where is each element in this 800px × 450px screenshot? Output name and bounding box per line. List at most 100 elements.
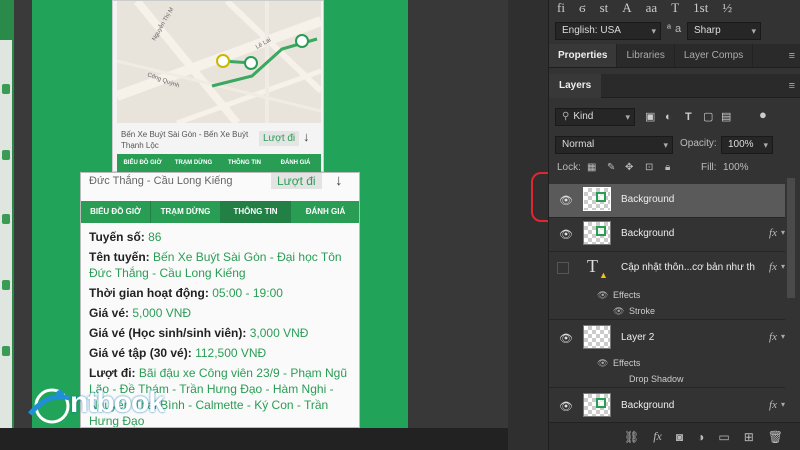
chevron-down-icon[interactable]: ▾ — [781, 228, 785, 237]
eye-icon[interactable]: 👁︎ — [597, 290, 608, 301]
filter-kind-select[interactable]: ⚲ Kind ▾ — [555, 108, 635, 126]
layer-row[interactable]: 👁︎ Background — [549, 184, 785, 218]
chevron-down-icon[interactable]: ▾ — [781, 262, 785, 271]
antialias-select[interactable]: Sharp ▾ — [687, 22, 761, 40]
info-label: Tên tuyến: — [89, 250, 150, 264]
stroke-effect-label: Stroke — [629, 306, 656, 316]
blend-mode-select[interactable]: Normal ▾ — [555, 136, 673, 154]
logo-text: ntbook — [70, 386, 165, 419]
direction-button[interactable]: Lượt đi — [271, 173, 322, 189]
shape-filter-icon[interactable]: ▢ — [703, 109, 713, 125]
canvas-bottom-bar — [0, 428, 510, 450]
layer-name[interactable]: Background — [621, 400, 674, 411]
tab-rating[interactable]: ĐÁNH GIÁ — [291, 201, 359, 223]
info-label: Lượt đi: — [89, 366, 136, 380]
glyph-button[interactable]: T — [671, 0, 679, 18]
language-select[interactable]: English: USA ▾ — [555, 22, 661, 40]
tab-rating[interactable]: ĐÁNH GIÁ — [270, 154, 321, 173]
glyph-button[interactable]: fi — [557, 0, 565, 18]
bus-icon — [2, 346, 10, 356]
chevron-down-icon[interactable]: ▾ — [781, 332, 785, 341]
tab-properties[interactable]: Properties — [549, 44, 618, 67]
add-style-icon[interactable]: fx — [653, 429, 662, 444]
visibility-toggle-off[interactable] — [557, 262, 569, 274]
tab-stops[interactable]: TRẠM DỪNG — [168, 154, 219, 173]
layer-name[interactable]: Background — [621, 194, 674, 205]
tab-layer-comps[interactable]: Layer Comps — [675, 44, 754, 67]
direction-button[interactable]: Lượt đi — [259, 131, 300, 146]
eye-icon[interactable]: 👁︎ — [559, 228, 573, 241]
adjustment-filter-icon[interactable]: ◐ — [665, 109, 672, 125]
left-phone-strip — [0, 0, 14, 430]
smart-object-filter-icon[interactable]: ▤ — [721, 109, 731, 125]
layer-thumbnail — [583, 187, 611, 211]
lock-transparent-icon[interactable]: ▦ — [587, 162, 596, 173]
opacity-input[interactable]: 100% ▾ — [721, 136, 773, 154]
lock-move-icon[interactable]: ✥ — [625, 162, 633, 173]
glyph-button[interactable]: 1st — [693, 0, 708, 18]
fx-icon[interactable]: fx — [769, 399, 777, 411]
new-layer-icon[interactable]: ⊞ — [744, 430, 754, 444]
eye-icon[interactable]: 👁︎ — [559, 194, 573, 207]
eye-icon[interactable]: 👁︎ — [597, 358, 608, 369]
image-filter-icon[interactable]: ▣ — [645, 109, 655, 125]
glyph-button[interactable]: A — [622, 0, 631, 18]
fill-value[interactable]: 100% — [723, 162, 749, 173]
lock-label: Lock: — [557, 162, 581, 173]
new-group-icon[interactable]: ▭ — [718, 430, 729, 444]
link-layers-icon[interactable]: ⛓︎ — [624, 430, 639, 444]
filter-toggle-icon[interactable]: ● — [759, 107, 767, 123]
glyph-button[interactable]: ½ — [722, 0, 732, 18]
canvas-pasteboard — [408, 0, 508, 450]
glyph-button[interactable]: aa — [646, 0, 658, 18]
tab-info[interactable]: THÔNG TIN — [219, 154, 270, 173]
swap-arrow-icon[interactable]: ↓ — [303, 129, 310, 144]
fx-icon[interactable]: fx — [769, 261, 777, 273]
tab-info[interactable]: THÔNG TIN — [221, 201, 291, 223]
trash-icon[interactable]: 🗑︎ — [768, 430, 783, 444]
layer-row[interactable]: 👁︎ Background fx ▾ — [549, 218, 785, 252]
type-filter-icon[interactable]: T — [685, 109, 692, 125]
swap-arrow-icon[interactable]: ↓ — [335, 173, 343, 189]
layer-row[interactable]: 👁︎ Background fx ▾ — [549, 390, 785, 424]
info-row-student-fare: Giá vé (Học sinh/sinh viên): 3,000 VNĐ — [89, 325, 355, 341]
fx-icon[interactable]: fx — [769, 227, 777, 239]
tab-stops[interactable]: TRẠM DỪNG — [151, 201, 221, 223]
document-canvas[interactable]: Nguyễn Thị M Lê Lai Công Quỳnh Bến Xe Bu… — [0, 0, 548, 450]
layer-name[interactable]: Cập nhật thôn...cơ bản như th — [621, 262, 755, 273]
tab-libraries[interactable]: Libraries — [617, 44, 675, 67]
eye-icon[interactable]: 👁︎ — [559, 400, 573, 413]
tab-schedule[interactable]: BIỂU ĐỒ GIỜ — [81, 201, 151, 223]
fx-icon[interactable]: fx — [769, 331, 777, 343]
warning-icon: ▲ — [599, 270, 608, 280]
filter-kind-value: Kind — [573, 111, 594, 122]
layer-name[interactable]: Layer 2 — [621, 332, 654, 343]
eye-icon[interactable]: 👁︎ — [559, 332, 573, 345]
layer-row[interactable]: 👁︎ Layer 2 fx ▾ 👁︎ Effects Drop Shadow — [549, 322, 785, 388]
eye-icon[interactable]: 👁︎ — [613, 306, 624, 317]
info-label: Thời gian hoạt động: — [89, 286, 209, 300]
lock-all-icon[interactable]: 🔒︎ — [665, 162, 670, 173]
blend-mode-value: Normal — [562, 139, 595, 150]
layer-name[interactable]: Background — [621, 228, 674, 239]
panel-menu-icon[interactable]: ≡ — [789, 44, 795, 68]
lock-brush-icon[interactable]: ✎ — [607, 162, 615, 173]
tab-layers[interactable]: Layers — [549, 74, 602, 98]
adjustment-layer-icon[interactable]: ◑ — [697, 430, 704, 444]
layers-scrollbar[interactable] — [787, 178, 795, 298]
glyph-button[interactable]: ϭ — [579, 0, 586, 18]
info-row-pass-fare: Giá vé tập (30 vé): 112,500 VNĐ — [89, 345, 355, 361]
info-label: Giá vé: — [89, 306, 130, 320]
antialias-icon: ª — [667, 23, 672, 35]
glyph-button[interactable]: st — [600, 0, 609, 18]
chevron-down-icon[interactable]: ▾ — [781, 400, 785, 409]
layer-row-text[interactable]: T ▲ Cập nhật thôn...cơ bản như th fx ▾ 👁… — [549, 252, 785, 320]
panel-menu-icon[interactable]: ≡ — [789, 74, 795, 98]
info-value: 05:00 - 19:00 — [212, 286, 283, 300]
lock-artboard-icon[interactable]: ⊡ — [645, 162, 653, 173]
chevron-down-icon: ▾ — [663, 140, 668, 150]
top-card-tabs: BIỂU ĐỒ GIỜ TRẠM DỪNG THÔNG TIN ĐÁNH GIÁ — [117, 154, 321, 173]
bus-icon — [2, 214, 10, 224]
add-mask-icon[interactable]: ◙ — [676, 430, 683, 444]
tab-schedule[interactable]: BIỂU ĐỒ GIỜ — [117, 154, 168, 173]
